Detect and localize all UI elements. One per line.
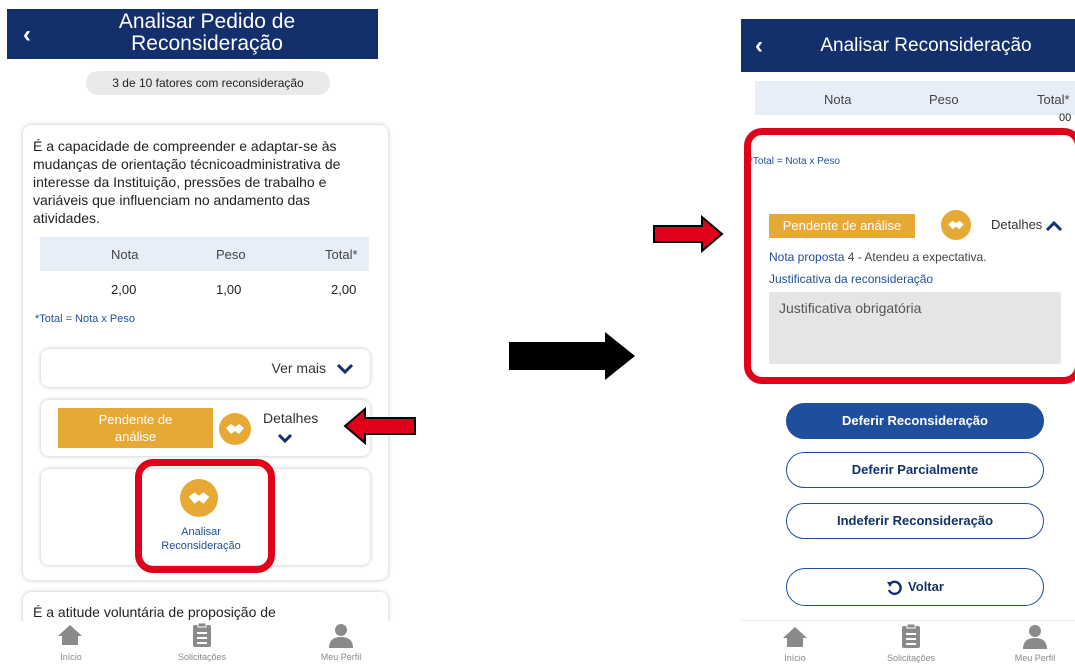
home-icon[interactable] [781, 625, 809, 649]
chevron-down-icon [336, 363, 354, 375]
bottom-nav: Início Solicitações Meu Perfil [7, 621, 398, 664]
bottom-nav: Início Solicitações Meu Perfil [741, 620, 1075, 665]
handshake-icon [219, 413, 251, 445]
cell-nota: 2,00 [111, 282, 137, 297]
user-icon[interactable] [328, 622, 354, 648]
indeferir-reconsideracao-button[interactable]: Indeferir Reconsideração [786, 503, 1044, 539]
col-header-total: Total* [1037, 92, 1070, 107]
col-header-total: Total* [325, 247, 358, 262]
voltar-label: Voltar [908, 579, 944, 594]
ver-mais-label: Ver mais [271, 360, 326, 376]
score-table-header [40, 237, 369, 271]
right-header: ‹ Analisar Reconsideração [741, 19, 1075, 72]
col-header-peso: Peso [216, 247, 246, 262]
col-header-nota: Nota [111, 247, 139, 262]
arrow-left-icon [343, 406, 416, 446]
next-factor-text: É a atitude voluntária de proposição de [33, 604, 276, 620]
highlight-frame [744, 128, 1075, 384]
deferir-reconsideracao-button[interactable]: Deferir Reconsideração [786, 403, 1044, 439]
total-note: *Total = Nota x Peso [35, 313, 135, 325]
left-header: ‹ Analisar Pedido de Reconsideração [7, 9, 378, 59]
undo-icon [887, 580, 902, 595]
cell-total: 2,00 [331, 282, 357, 297]
left-screen: ‹ Analisar Pedido de Reconsideração 3 de… [7, 0, 416, 664]
pending-badge: Pendente de análise [58, 408, 213, 448]
arrow-right-icon [653, 214, 724, 254]
clipboard-icon[interactable] [191, 622, 213, 648]
page-title: Analisar Reconsideração [820, 35, 1032, 56]
nav-solicitacoes[interactable]: Solicitações [167, 652, 237, 662]
arrow-right-icon [509, 332, 635, 380]
ver-mais-button[interactable]: Ver mais [41, 349, 370, 387]
voltar-button[interactable]: Voltar [786, 568, 1044, 606]
nav-solicitacoes[interactable]: Solicitações [876, 653, 946, 663]
nav-inicio[interactable]: Início [778, 653, 812, 663]
nav-meu-perfil[interactable]: Meu Perfil [1005, 653, 1065, 663]
chevron-down-icon[interactable] [277, 433, 293, 444]
nav-meu-perfil[interactable]: Meu Perfil [311, 652, 371, 662]
right-screen: ‹ Analisar Reconsideração Nota Peso Tota… [741, 0, 1075, 665]
page-title: Analisar Pedido de Reconsideração [118, 10, 296, 55]
factor-counter-badge: 3 de 10 fatores com reconsideração [86, 71, 330, 95]
nav-inicio[interactable]: Início [54, 652, 88, 662]
highlight-frame [135, 459, 275, 573]
status-row: Pendente de análise Detalhes [41, 400, 370, 456]
home-icon[interactable] [56, 623, 84, 647]
cell-total-partial: 00 [1059, 112, 1072, 124]
score-table-header [755, 81, 1075, 115]
back-button[interactable]: ‹ [755, 32, 763, 60]
clipboard-icon[interactable] [900, 623, 922, 649]
deferir-parcialmente-button[interactable]: Deferir Parcialmente [786, 452, 1044, 488]
col-header-nota: Nota [824, 92, 852, 107]
col-header-peso: Peso [929, 92, 959, 107]
factor-description: É a capacidade de compreender e adaptar-… [33, 138, 341, 226]
detalhes-label[interactable]: Detalhes [263, 410, 318, 426]
cell-peso: 1,00 [216, 282, 242, 297]
back-button[interactable]: ‹ [23, 21, 31, 49]
user-icon[interactable] [1022, 623, 1048, 649]
